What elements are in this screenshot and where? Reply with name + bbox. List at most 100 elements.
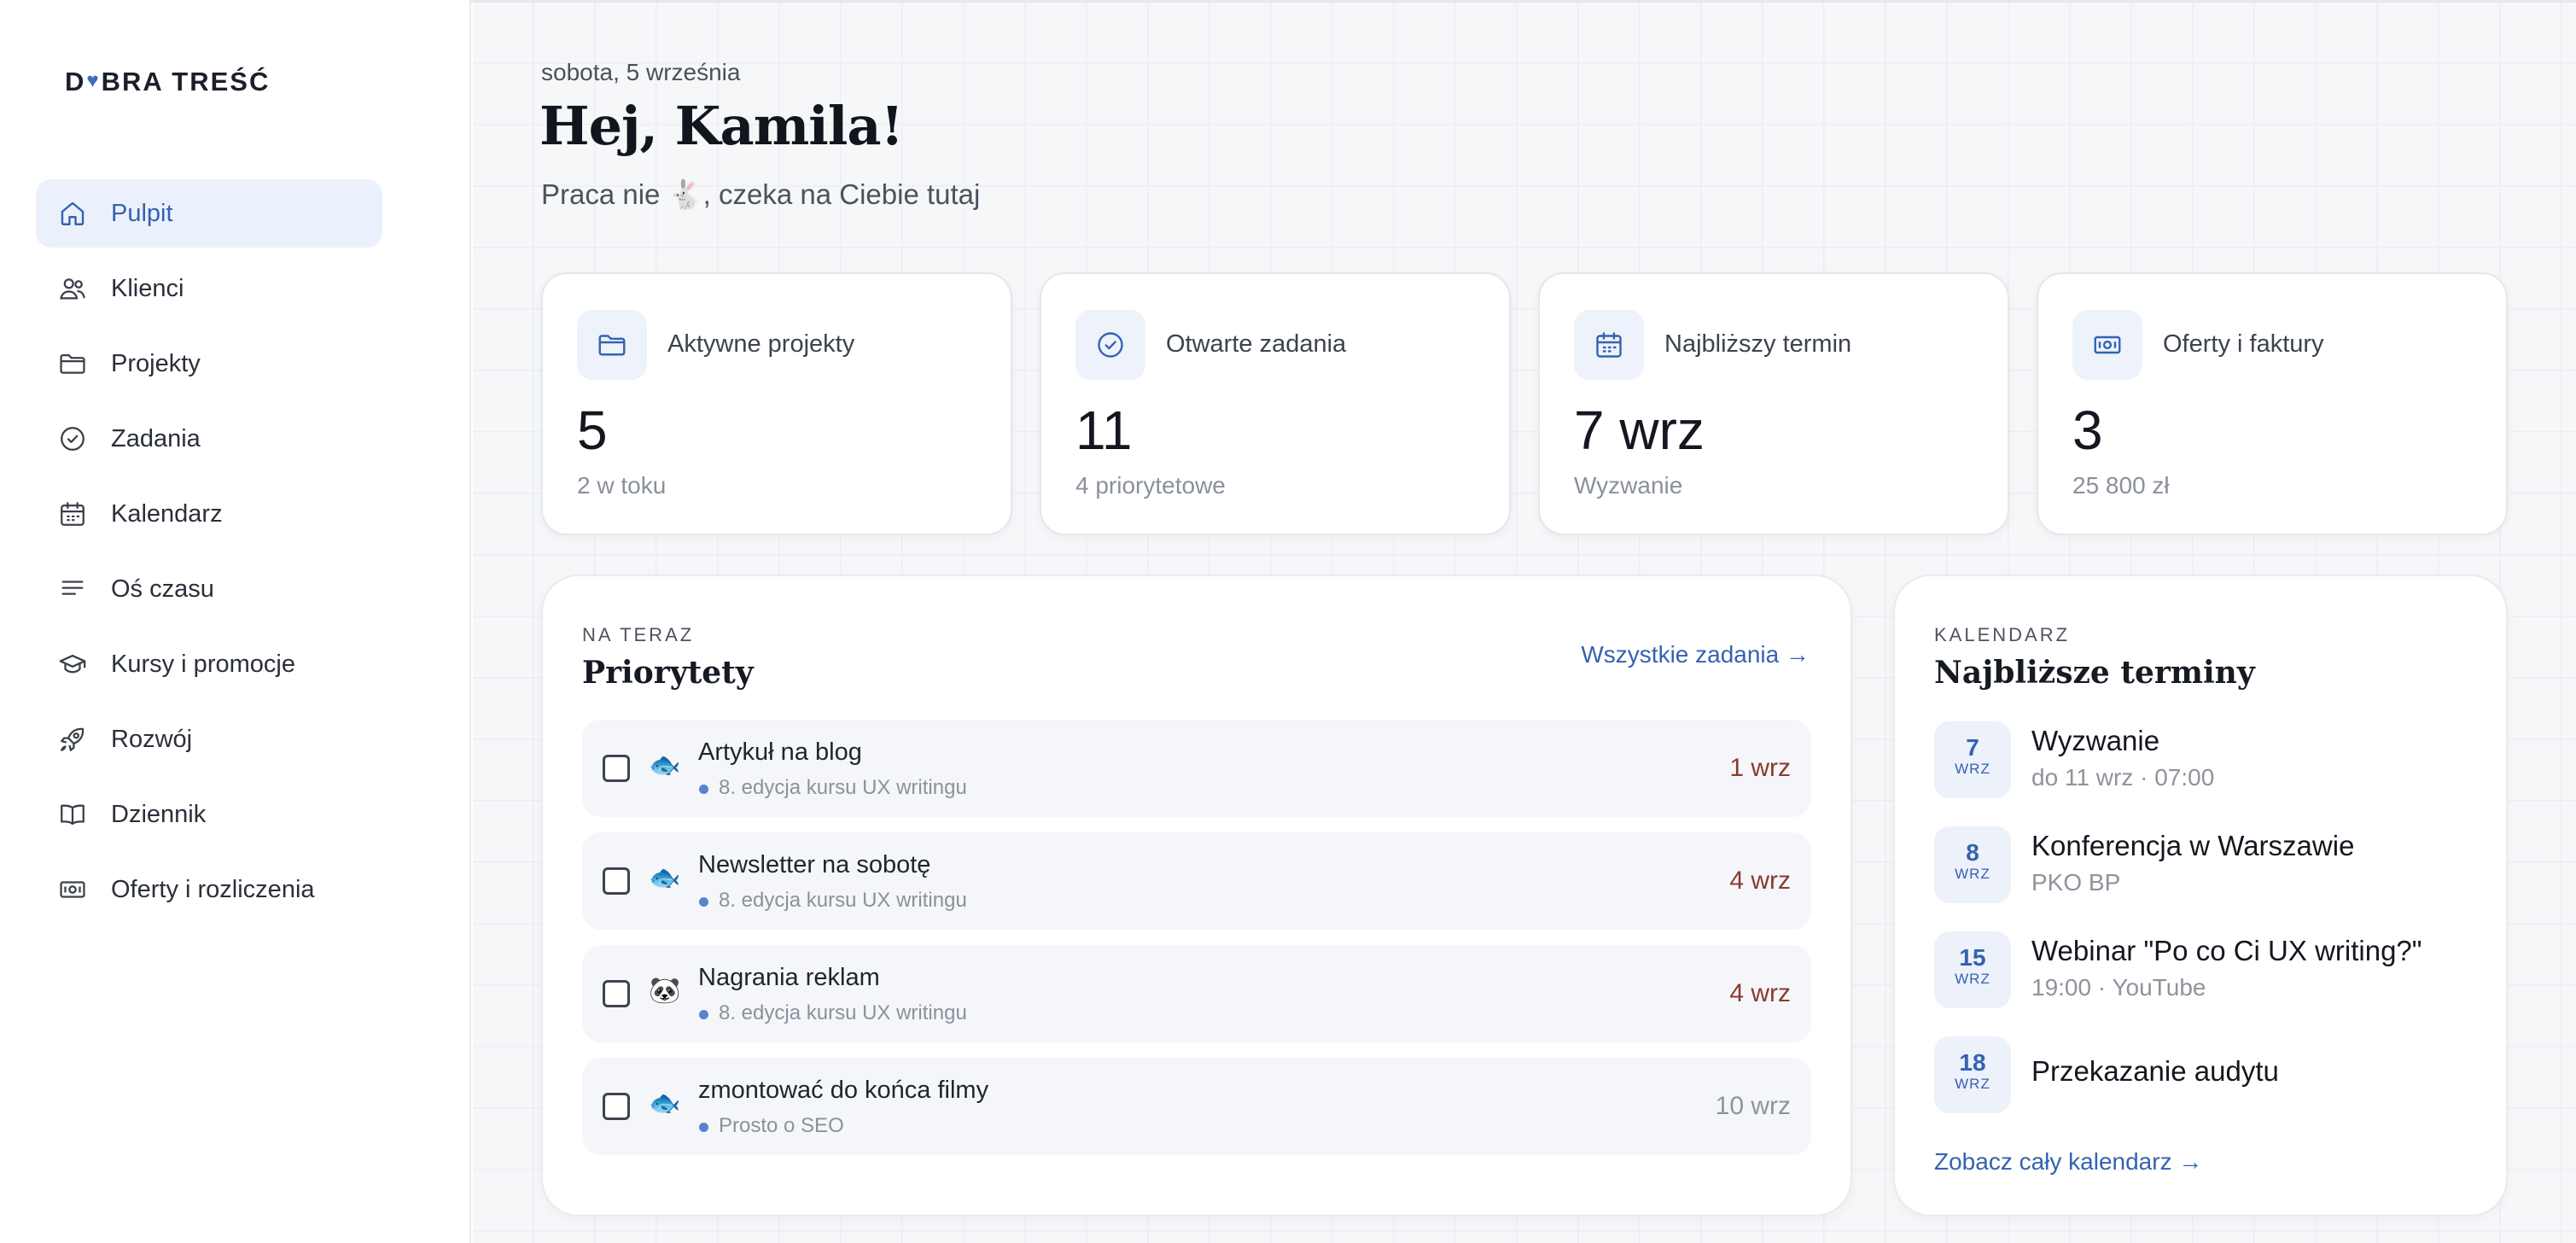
stat-card-offers[interactable]: Oferty i faktury 3 25 800 zł [2037, 272, 2508, 535]
calendar-event[interactable]: 8 WRZ Konferencja w Warszawie PKO BP [1934, 826, 2463, 903]
lines-icon [61, 581, 84, 595]
task-due-date: 4 wrz [1729, 979, 1791, 1007]
sidebar-item-pulpit[interactable]: Pulpit [36, 179, 382, 248]
sidebar-item-kalendarz[interactable]: Kalendarz [36, 480, 382, 548]
logo-text-start: D [65, 67, 86, 96]
priorities-panel: NA TERAZ Priorytety Wszystkie zadania → … [541, 575, 1852, 1217]
event-title: Webinar "Po co Ci UX writing?" [2031, 935, 2422, 966]
task-due-date: 10 wrz [1715, 1092, 1791, 1120]
task-project: 8. edycja kursu UX writingu [719, 1001, 967, 1024]
check-circle-icon [61, 427, 85, 451]
stat-subtext: 2 w toku [577, 472, 667, 499]
project-dot [699, 1010, 708, 1019]
calendar-panel: KALENDARZ Najbliższe terminy 7 WRZ Wyzwa… [1893, 575, 2508, 1217]
task-item[interactable]: 🐟 Artykuł na blog 8. edycja kursu UX wri… [582, 720, 1811, 817]
priorities-eyebrow: NA TERAZ [582, 624, 695, 645]
stat-label: Najbliższy termin [1664, 330, 1852, 358]
task-checkbox[interactable] [603, 755, 630, 782]
calendar-event[interactable]: 7 WRZ Wyzwanie do 11 wrz · 07:00 [1934, 721, 2463, 798]
event-title: Przekazanie audytu [2031, 1055, 2279, 1087]
sidebar: D ♥ BRA TREŚĆ Pulpit Klienci Projekty Zada… [0, 0, 471, 1243]
task-due-date: 1 wrz [1729, 754, 1791, 782]
calendar-title: Najbliższe terminy [1934, 655, 2255, 691]
sidebar-item-label: Zadania [111, 424, 201, 452]
graduation-cap-icon [59, 654, 86, 674]
sidebar-item-label: Kalendarz [111, 499, 223, 528]
sidebar-item-label: Rozwój [111, 725, 193, 753]
stat-subtext: 25 800 zł [2072, 472, 2170, 499]
task-project: 8. edycja kursu UX writingu [719, 776, 967, 799]
folder-icon [60, 353, 85, 374]
full-calendar-link[interactable]: Zobacz cały kalendarz → [1934, 1148, 2202, 1176]
task-checkbox[interactable] [603, 867, 630, 895]
stat-subtext: Wyzwanie [1574, 472, 1683, 499]
event-date-badge: 18 WRZ [1934, 1036, 2011, 1113]
stat-label: Aktywne projekty [667, 330, 855, 358]
event-date-badge: 8 WRZ [1934, 826, 2011, 903]
event-day: 8 [1966, 839, 1979, 866]
all-tasks-link[interactable]: Wszystkie zadania → [1581, 641, 1810, 668]
current-date: sobota, 5 września [541, 59, 741, 85]
logo-text-end: BRA TREŚĆ [101, 67, 271, 96]
task-item[interactable]: 🐼 Nagrania reklam 8. edycja kursu UX wri… [582, 945, 1811, 1042]
event-month: WRZ [1955, 971, 1990, 987]
task-title: zmontować do końca filmy [698, 1077, 989, 1104]
project-dot [699, 897, 708, 907]
logo[interactable]: D ♥ BRA TREŚĆ [65, 67, 270, 97]
event-day: 18 [1959, 1049, 1986, 1076]
task-due-date: 4 wrz [1729, 867, 1791, 895]
money-icon [60, 881, 85, 898]
page-subtitle: Praca nie 🐇, czeka na Ciebie tutaj [541, 178, 981, 210]
rocket-icon [61, 727, 85, 751]
event-day: 15 [1959, 944, 1986, 971]
main-content: sobota, 5 września Hej, Kamila! Praca ni… [473, 3, 2576, 1243]
task-checkbox[interactable] [603, 1093, 630, 1120]
sidebar-item-zadania[interactable]: Zadania [36, 405, 382, 473]
stat-value: 5 [577, 400, 608, 461]
event-subtitle: do 11 wrz · 07:00 [2031, 764, 2215, 791]
calendar-event[interactable]: 15 WRZ Webinar "Po co Ci UX writing?" 19… [1934, 931, 2463, 1008]
event-date-badge: 15 WRZ [1934, 931, 2011, 1008]
calendar-icon [61, 502, 85, 526]
task-item[interactable]: 🐟 zmontować do końca filmy Prosto o SEO … [582, 1058, 1811, 1155]
sidebar-item-label: Kursy i promocje [111, 650, 295, 678]
fish-icon: 🐟 [649, 1088, 681, 1118]
task-item[interactable]: 🐟 Newsletter na sobotę 8. edycja kursu U… [582, 832, 1811, 930]
home-icon [61, 201, 85, 225]
stat-card-deadline[interactable]: Najbliższy termin 7 wrz Wyzwanie [1538, 272, 2009, 535]
sidebar-item-oferty[interactable]: Oferty i rozliczenia [36, 855, 382, 924]
sidebar-item-label: Pulpit [111, 199, 173, 227]
priorities-title: Priorytety [582, 655, 754, 691]
event-title: Wyzwanie [2031, 725, 2160, 756]
sidebar-item-dziennik[interactable]: Dziennik [36, 780, 382, 849]
task-title: Artykuł na blog [698, 738, 862, 766]
sidebar-item-klienci[interactable]: Klienci [36, 254, 382, 323]
sidebar-item-os-czasu[interactable]: Oś czasu [36, 555, 382, 623]
event-subtitle: 19:00 · YouTube [2031, 974, 2206, 1001]
task-project: 8. edycja kursu UX writingu [719, 889, 967, 912]
stat-label: Oferty i faktury [2163, 330, 2324, 358]
main-nav: Pulpit Klienci Projekty Zadania Kalendar… [36, 179, 382, 931]
calendar-event[interactable]: 18 WRZ Przekazanie audytu [1934, 1036, 2463, 1113]
sidebar-item-rozwoj[interactable]: Rozwój [36, 705, 382, 773]
stat-card-tasks[interactable]: Otwarte zadania 11 4 priorytetowe [1040, 272, 1511, 535]
calendar-icon [1574, 310, 1644, 380]
sidebar-item-kursy[interactable]: Kursy i promocje [36, 630, 382, 698]
event-date-badge: 7 WRZ [1934, 721, 2011, 798]
event-month: WRZ [1955, 866, 1990, 882]
check-circle-icon [1075, 310, 1145, 380]
stat-label: Otwarte zadania [1166, 330, 1347, 358]
sidebar-item-label: Dziennik [111, 800, 207, 828]
sidebar-item-projekty[interactable]: Projekty [36, 330, 382, 398]
event-day: 7 [1966, 734, 1979, 761]
logo-heart-icon: ♥ [86, 69, 101, 92]
stat-card-projects[interactable]: Aktywne projekty 5 2 w toku [541, 272, 1012, 535]
task-title: Newsletter na sobotę [698, 851, 931, 878]
event-month: WRZ [1955, 761, 1990, 777]
stat-value: 7 wrz [1574, 400, 1705, 461]
calendar-eyebrow: KALENDARZ [1934, 624, 2071, 645]
event-month: WRZ [1955, 1076, 1990, 1092]
stat-value: 11 [1075, 400, 1133, 461]
task-checkbox[interactable] [603, 980, 630, 1007]
sidebar-item-label: Projekty [111, 349, 201, 377]
